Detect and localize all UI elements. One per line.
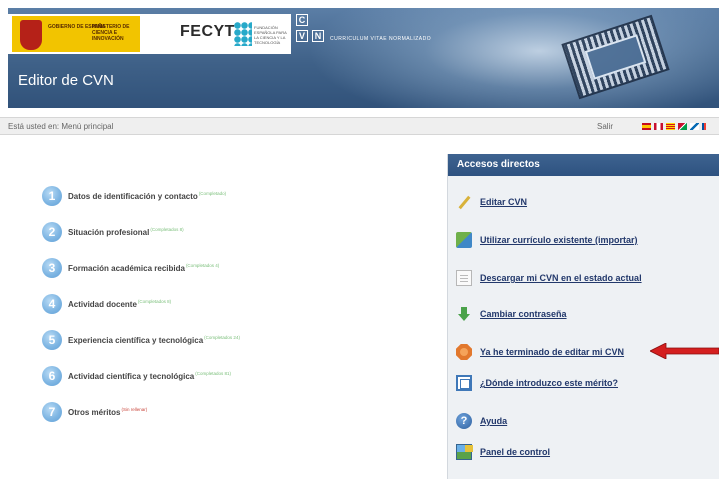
section-item-1[interactable]: 1 Datos de identificación y contacto (Co… [42,186,226,206]
cvn-letter-n: N [312,30,324,42]
section-number-icon: 3 [42,258,62,278]
shortcut-help[interactable]: ? Ayuda [456,413,507,429]
section-number-icon: 6 [42,366,62,386]
fecyt-subtitle: FUNDACIÓN ESPAÑOLA PARA LA CIENCIA Y LA … [254,25,287,45]
gl-flag-icon[interactable] [690,123,699,130]
shortcut-label[interactable]: Descargar mi CVN en el estado actual [480,273,642,283]
pencil-icon [456,194,472,210]
section-number-icon: 7 [42,402,62,422]
section-item-2[interactable]: 2 Situación profesional (Completados 8) [42,222,184,242]
section-status: (Completados 8) [137,298,172,304]
coat-of-arms-icon [20,20,42,50]
app-title: Editor de CVN [18,72,114,89]
shortcut-label[interactable]: Ayuda [480,416,507,426]
logo-bar: GOBIERNO DE ESPAÑA MINISTERIO DE CIENCIA… [8,14,291,54]
section-status: (Completados 24) [204,334,240,340]
section-number-icon: 2 [42,222,62,242]
section-label[interactable]: Formación académica recibida [68,264,185,273]
app-header: GOBIERNO DE ESPAÑA MINISTERIO DE CIENCIA… [8,8,719,108]
cvn-letter-v: V [296,30,308,42]
eu-flag-icon[interactable] [678,123,687,130]
gobierno-logo: GOBIERNO DE ESPAÑA MINISTERIO DE CIENCIA… [12,16,140,52]
control-panel-icon [456,444,473,460]
section-item-3[interactable]: 3 Formación académica recibida (Completa… [42,258,219,278]
shortcut-label[interactable]: Editar CVN [480,197,527,207]
section-number-icon: 5 [42,330,62,350]
section-item-7[interactable]: 7 Otros méritos (Sin rellenar) [42,402,147,422]
shortcut-label[interactable]: Utilizar currículo existente (importar) [480,235,638,245]
import-icon [456,232,472,248]
cvn-logo: C V N [296,14,324,54]
es-flag-icon[interactable] [642,123,651,130]
en-flag-icon[interactable] [654,123,663,130]
shortcuts-title: Accesos directos [448,154,719,176]
stop-icon [456,344,472,360]
section-label[interactable]: Actividad científica y tecnológica [68,372,194,381]
merit-icon [456,375,472,391]
fr-flag-icon[interactable] [702,123,706,130]
shortcut-label[interactable]: Panel de control [480,447,550,457]
shortcut-finish-editing[interactable]: Ya he terminado de editar mi CVN [456,344,624,360]
section-item-4[interactable]: 4 Actividad docente (Completados 8) [42,294,171,314]
cvn-letter-c: C [296,14,308,26]
shortcuts-panel: Accesos directos Editar CVN Utilizar cur… [447,154,719,479]
document-icon [456,270,472,286]
exit-link[interactable]: Salir [597,122,613,131]
shortcut-download-cvn[interactable]: Descargar mi CVN en el estado actual [456,270,642,286]
help-icon: ? [456,413,472,429]
ca-flag-icon[interactable] [666,123,675,130]
section-label[interactable]: Situación profesional [68,228,149,237]
shortcut-import-cv[interactable]: Utilizar currículo existente (importar) [456,232,638,248]
section-label[interactable]: Actividad docente [68,300,137,309]
section-item-5[interactable]: 5 Experiencia científica y tecnológica (… [42,330,240,350]
fecyt-logo: FECYT [180,23,235,40]
shortcut-label[interactable]: Cambiar contraseña [480,309,567,319]
section-status: (Completados 4) [185,262,220,268]
shortcut-label[interactable]: ¿Dónde introduzco este mérito? [480,378,618,388]
section-status: (Sin rellenar) [121,406,148,412]
shortcut-edit-cvn[interactable]: Editar CVN [456,194,527,210]
shortcut-where-merit[interactable]: ¿Dónde introduzco este mérito? [456,375,618,391]
shortcut-label[interactable]: Ya he terminado de editar mi CVN [480,347,624,357]
fecyt-dots-icon [234,22,252,46]
red-arrow-annotation [650,343,719,359]
section-label[interactable]: Experiencia científica y tecnológica [68,336,203,345]
breadcrumb-bar: Está usted en: Menú principal Salir [0,117,719,135]
shortcut-control-panel[interactable]: Panel de control [456,444,550,460]
section-item-6[interactable]: 6 Actividad científica y tecnológica (Co… [42,366,231,386]
section-status: (Completado) [198,190,227,196]
ministerio-text: MINISTERIO DE CIENCIA E INNOVACIÓN [92,24,130,42]
section-label[interactable]: Datos de identificación y contacto [68,192,198,201]
section-number-icon: 4 [42,294,62,314]
section-status: (Completados 8) [150,226,184,232]
section-status: (Completados 81) [195,370,232,376]
language-selector [642,123,706,131]
breadcrumb: Está usted en: Menú principal [8,122,114,131]
cvn-tagline: CURRICULUM VITAE NORMALIZADO [330,36,432,42]
shortcut-change-password[interactable]: Cambiar contraseña [456,306,567,322]
section-number-icon: 1 [42,186,62,206]
down-arrow-icon [456,306,472,322]
section-label[interactable]: Otros méritos [68,408,120,417]
